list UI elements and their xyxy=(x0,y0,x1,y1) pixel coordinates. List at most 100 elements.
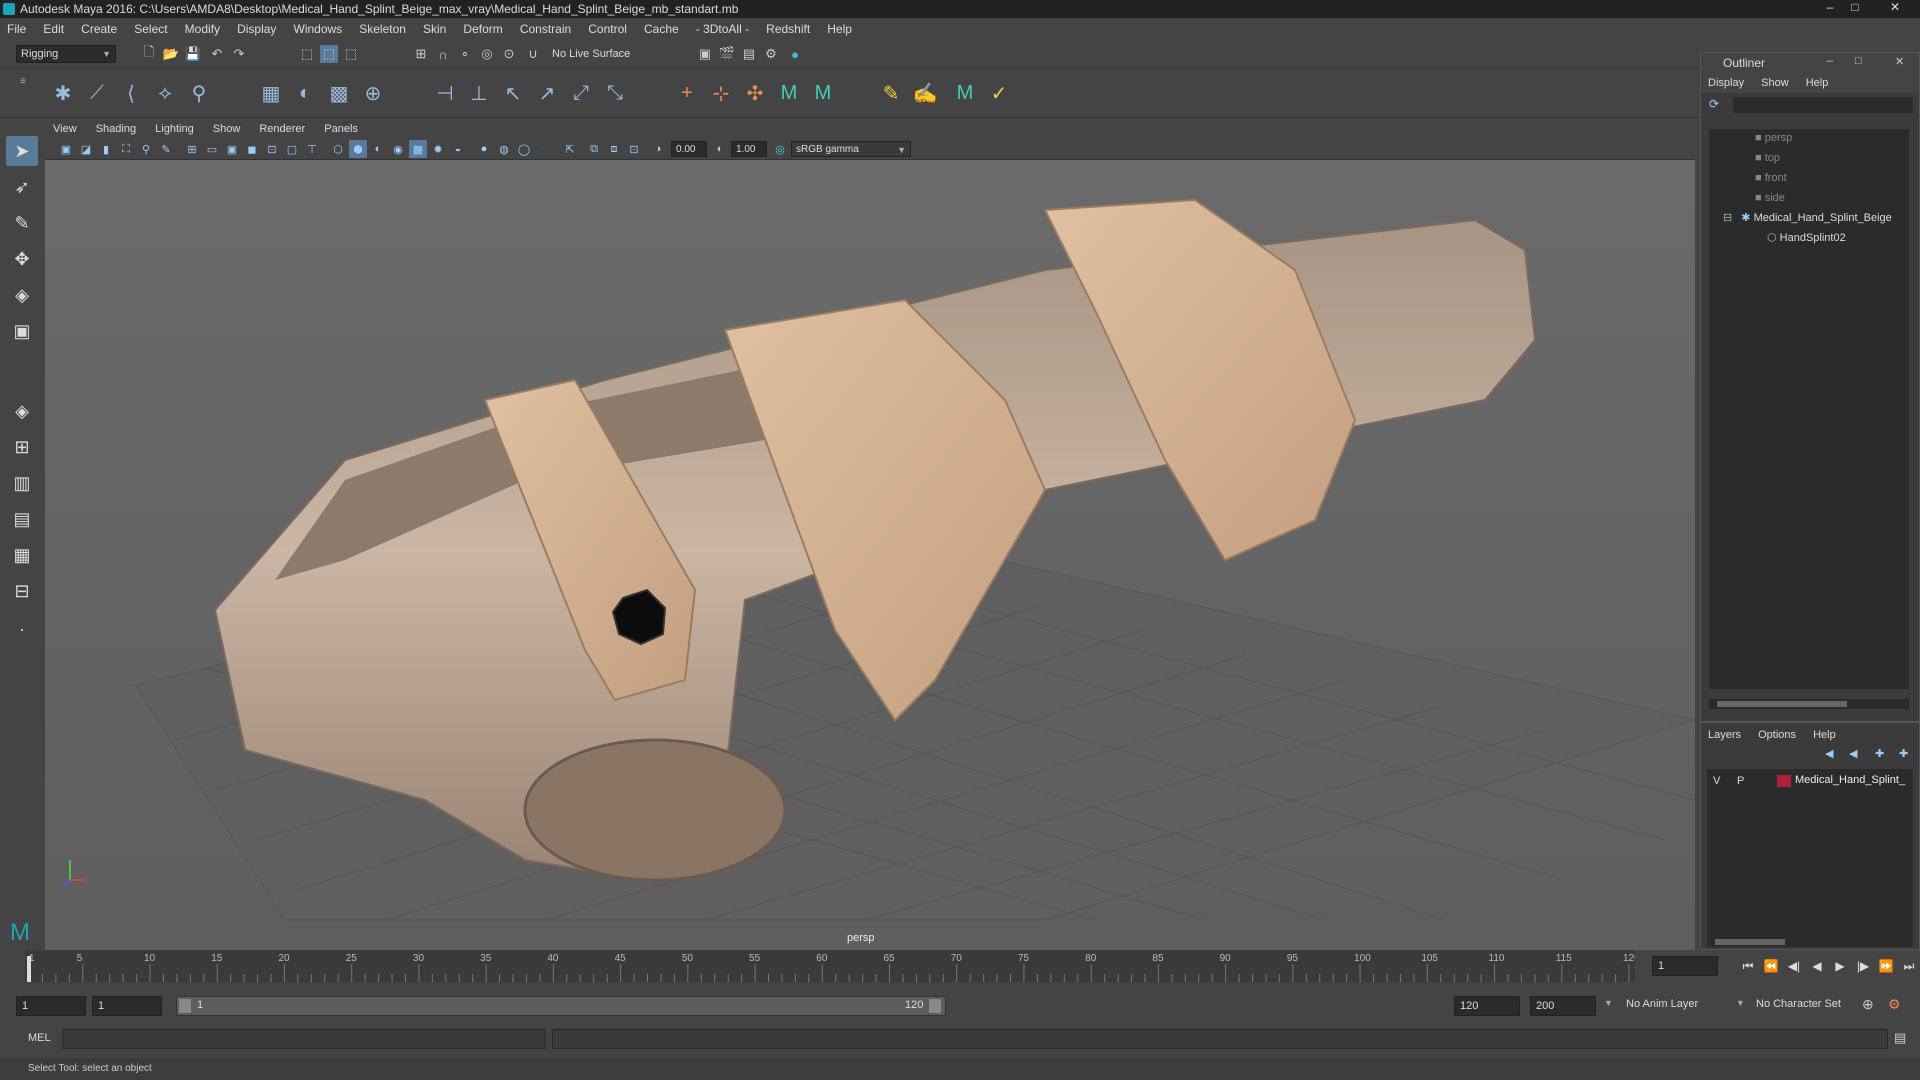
point-constraint-icon[interactable]: ⊥ xyxy=(464,78,494,108)
menu-skin[interactable]: Skin xyxy=(416,18,453,40)
snap-live-icon[interactable]: ⊙ xyxy=(500,45,518,63)
exposure-field[interactable]: 0.00 xyxy=(671,141,707,157)
paint-select-icon[interactable]: ✎ xyxy=(6,208,38,238)
render-settings-icon[interactable]: ⚙ xyxy=(762,45,780,63)
scrollbar-thumb[interactable] xyxy=(1715,939,1785,945)
pole-vector-icon[interactable]: ⊹ xyxy=(706,78,736,108)
play-backwards-icon[interactable]: ◀ xyxy=(1807,956,1827,976)
scale-constraint-icon[interactable]: ⤢ xyxy=(566,78,596,108)
collapse-icon[interactable]: ⊟ xyxy=(1723,212,1732,224)
film-gate-icon[interactable]: ▭ xyxy=(203,140,221,158)
step-back-key-icon[interactable]: ⏪ xyxy=(1761,956,1781,976)
wireframe-on-shaded-icon[interactable]: ◐ xyxy=(369,140,387,158)
new-layer-selected-icon[interactable]: ✚ xyxy=(1899,747,1908,760)
menu-3dtoall[interactable]: - 3DtoAll - xyxy=(689,18,756,40)
safe-action-icon[interactable]: ▢ xyxy=(283,140,301,158)
menu-windows[interactable]: Windows xyxy=(287,18,350,40)
menu-create[interactable]: Create xyxy=(74,18,124,40)
persp-outliner-icon[interactable]: ▥ xyxy=(6,468,38,498)
snap-curve-icon[interactable]: ∩ xyxy=(434,45,452,63)
new-scene-icon[interactable]: 🗋 xyxy=(140,44,158,63)
smooth-skin-icon[interactable]: ✍ xyxy=(910,78,940,108)
lattice-icon[interactable]: ▩ xyxy=(324,78,354,108)
ik-spline-icon[interactable]: ⟨ xyxy=(116,78,146,108)
time-slider[interactable]: 1 5 10 15 20 25 30 35 40 45 50 55 60 65 70 75 80 85 90 95 10… xyxy=(25,950,1920,982)
safe-title-icon[interactable]: ⊤ xyxy=(303,140,321,158)
snap-grid-icon[interactable]: ⊞ xyxy=(412,45,430,63)
menu-skeleton[interactable]: Skeleton xyxy=(352,18,413,40)
menu-redshift[interactable]: Redshift xyxy=(759,18,817,40)
bind-skin-icon[interactable]: ⊣ xyxy=(430,78,460,108)
go-to-end-icon[interactable]: ⏭ xyxy=(1899,956,1919,976)
minimize-button[interactable]: – xyxy=(1820,0,1840,14)
outliner-item-persp[interactable]: ■ persp xyxy=(1755,129,1792,147)
wireframe-icon[interactable]: ⬡ xyxy=(329,140,347,158)
step-back-frame-icon[interactable]: ◀| xyxy=(1784,956,1804,976)
layer-move-down-icon[interactable]: ◀ xyxy=(1849,747,1857,760)
outliner-filter-icon[interactable]: ⟳ xyxy=(1709,97,1719,111)
layer-menu-options[interactable]: Options xyxy=(1751,729,1803,741)
xray-joints-icon[interactable]: ⧉ xyxy=(585,140,603,158)
hypershade-layout-icon[interactable]: ▦ xyxy=(6,540,38,570)
scene-canvas[interactable] xyxy=(45,160,1695,950)
panel-menu-shading[interactable]: Shading xyxy=(88,120,144,138)
menu-set-dropdown[interactable]: Rigging ▼ xyxy=(16,45,116,63)
save-scene-icon[interactable]: 💾 xyxy=(184,45,202,63)
outliner-menu-show[interactable]: Show xyxy=(1754,73,1796,93)
undo-icon[interactable]: ↶ xyxy=(208,45,226,63)
magnet-icon[interactable]: ∪ xyxy=(524,45,542,63)
humanik-icon[interactable]: ⚲ xyxy=(184,78,214,108)
xray-active-icon[interactable]: ⧈ xyxy=(605,140,623,158)
gamma-field[interactable]: 1.00 xyxy=(731,141,767,157)
range-bar[interactable]: 1 120 xyxy=(176,996,946,1016)
paint-weights-icon[interactable]: ✎ xyxy=(876,78,906,108)
playback-end-field[interactable]: 120 xyxy=(1454,996,1520,1016)
panel-menu-panels[interactable]: Panels xyxy=(316,120,366,138)
viewport-panel[interactable]: View Shading Lighting Show Renderer Pane… xyxy=(45,120,1695,950)
smooth-shade-icon[interactable]: ⬢ xyxy=(349,140,367,158)
panel-menu-lighting[interactable]: Lighting xyxy=(147,120,202,138)
outliner-maximize-button[interactable]: □ xyxy=(1855,55,1862,67)
outliner-item-group[interactable]: ⊟ ✱ Medical_Hand_Splint_Beige xyxy=(1723,209,1892,227)
persp-graph-icon[interactable]: ▤ xyxy=(6,504,38,534)
gate-mask-icon[interactable]: ◼ xyxy=(243,140,261,158)
layer-name[interactable]: Medical_Hand_Splint_ xyxy=(1795,774,1905,786)
menu-file[interactable]: File xyxy=(0,18,33,40)
camera-attributes-icon[interactable]: ◪ xyxy=(77,140,95,158)
isolate-select-icon[interactable]: ⇱ xyxy=(561,140,579,158)
textured-icon[interactable]: ◉ xyxy=(389,140,407,158)
layer-playback-toggle[interactable]: P xyxy=(1737,775,1744,787)
current-frame-field[interactable]: 1 xyxy=(1652,956,1718,976)
new-layer-icon[interactable]: ✚ xyxy=(1875,747,1884,760)
outliner-item-mesh[interactable]: ⬡ HandSplint02 xyxy=(1767,229,1846,247)
image-plane-icon[interactable]: ⛶ xyxy=(117,140,135,158)
menu-cache[interactable]: Cache xyxy=(637,18,686,40)
lights-icon[interactable]: ✹ xyxy=(429,140,447,158)
depth-of-field-icon[interactable]: ◾ xyxy=(535,140,553,158)
hypershade-icon[interactable]: ● xyxy=(786,45,804,63)
move-tool-icon[interactable]: ✥ xyxy=(6,244,38,274)
character-icon[interactable]: M xyxy=(774,78,804,108)
animation-end-field[interactable]: 200 xyxy=(1530,996,1596,1016)
wrap-icon[interactable]: ⊕ xyxy=(358,78,388,108)
range-end-handle[interactable] xyxy=(929,999,941,1013)
menu-constrain[interactable]: Constrain xyxy=(513,18,578,40)
close-button[interactable]: ✕ xyxy=(1885,0,1905,14)
command-language-label[interactable]: MEL xyxy=(28,1032,51,1044)
shadows-icon[interactable]: ◒ xyxy=(449,140,467,158)
redo-icon[interactable]: ↷ xyxy=(230,45,248,63)
resolution-gate-icon[interactable]: ▣ xyxy=(223,140,241,158)
menu-edit[interactable]: Edit xyxy=(36,18,71,40)
menu-select[interactable]: Select xyxy=(127,18,174,40)
scale-tool-icon[interactable]: ▣ xyxy=(6,316,38,346)
outliner-menu-display[interactable]: Display xyxy=(1701,73,1751,93)
four-view-icon[interactable]: ⊞ xyxy=(6,432,38,462)
ambient-occlusion-icon[interactable]: ● xyxy=(475,140,493,158)
color-management-icon[interactable]: ◎ xyxy=(771,140,789,158)
scrollbar-thumb[interactable] xyxy=(1717,701,1847,707)
shelf-options-icon[interactable]: ≡ xyxy=(20,76,26,87)
range-start-handle[interactable] xyxy=(179,999,191,1013)
play-forwards-icon[interactable]: ▶ xyxy=(1830,956,1850,976)
snap-view-icon[interactable]: ◎ xyxy=(478,45,496,63)
hud-icon[interactable]: ⊡ xyxy=(625,140,643,158)
